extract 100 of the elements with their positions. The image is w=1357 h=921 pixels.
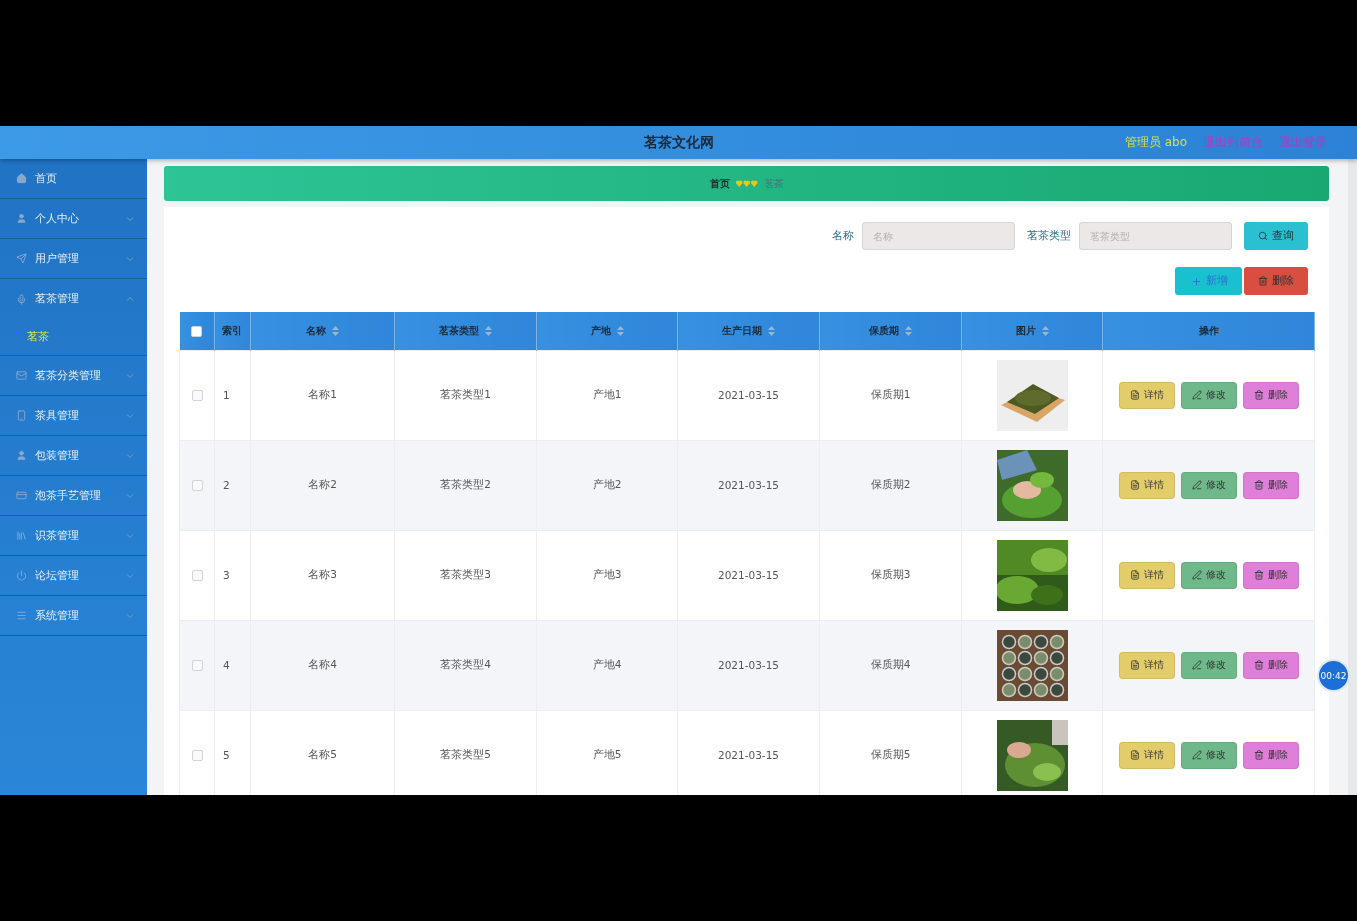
- column-header[interactable]: 名称: [306, 323, 339, 338]
- user-icon: [16, 213, 27, 224]
- sidebar-subitem[interactable]: 茗茶: [0, 319, 147, 355]
- search-button[interactable]: 查询: [1244, 222, 1308, 250]
- trash-icon: [1258, 276, 1268, 286]
- table-cell: 茗茶类型5: [440, 748, 491, 760]
- table-cell: 茗茶类型2: [440, 478, 491, 490]
- sidebar-item[interactable]: 个人中心: [0, 199, 147, 239]
- edit-button[interactable]: 修改: [1180, 651, 1237, 679]
- column-header[interactable]: 生产日期: [722, 323, 775, 338]
- table-cell: 名称5: [308, 748, 337, 760]
- field-label: 茗茶类型: [1027, 229, 1071, 243]
- table-cell: 保质期2: [870, 478, 911, 490]
- table-cell: 保质期5: [870, 748, 911, 760]
- plus-icon: [1191, 275, 1202, 287]
- hearts-icon: [735, 180, 758, 187]
- column-header: 索引: [222, 323, 242, 338]
- sidebar-item[interactable]: 用户管理: [0, 239, 147, 279]
- table-cell: 4: [223, 659, 230, 671]
- table-cell: 2021-03-15: [718, 749, 779, 761]
- sidebar-item[interactable]: 首页: [0, 159, 147, 199]
- trash-icon: [1253, 390, 1264, 400]
- home-icon: [16, 173, 27, 184]
- table-cell: 茗茶类型3: [440, 568, 491, 580]
- table-cell: 名称3: [308, 568, 337, 580]
- sidebar-item[interactable]: 泡茶手艺管理: [0, 476, 147, 516]
- sidebar-item[interactable]: 包装管理: [0, 436, 147, 476]
- column-header[interactable]: 保质期: [869, 323, 912, 338]
- sidebar-item[interactable]: 茗茶管理: [0, 279, 147, 319]
- pen-icon: [1191, 750, 1202, 760]
- sort-icon[interactable]: [332, 325, 339, 336]
- sort-icon[interactable]: [905, 325, 912, 336]
- pen-icon: [1191, 390, 1202, 400]
- sidebar-item[interactable]: 茗茶分类管理: [0, 356, 147, 396]
- table-cell: 保质期1: [870, 388, 911, 400]
- row-checkbox[interactable]: [191, 660, 203, 672]
- sort-icon[interactable]: [616, 325, 624, 336]
- delete-button[interactable]: 删除: [1242, 741, 1299, 769]
- detail-button[interactable]: 详情: [1118, 741, 1175, 769]
- sort-icon[interactable]: [485, 325, 492, 336]
- row-checkbox[interactable]: [191, 390, 203, 402]
- delete-button[interactable]: 删除: [1242, 471, 1299, 499]
- trash-icon: [1253, 480, 1264, 490]
- sidebar-item[interactable]: 论坛管理: [0, 556, 147, 596]
- detail-button[interactable]: 详情: [1118, 381, 1175, 409]
- menu-icon: [16, 610, 27, 621]
- sidebar-item[interactable]: 识茶管理: [0, 516, 147, 556]
- document-icon: [1129, 390, 1140, 400]
- pen-icon: [1191, 570, 1202, 580]
- table-cell: 1: [223, 389, 230, 401]
- column-header[interactable]: 图片: [1015, 323, 1049, 338]
- column-header[interactable]: 产地: [590, 323, 624, 338]
- row-checkbox[interactable]: [191, 570, 203, 582]
- table-cell: 保质期3: [870, 568, 911, 580]
- pen-icon: [1191, 480, 1202, 490]
- document-icon: [1129, 480, 1140, 490]
- table-cell: 2021-03-15: [718, 479, 779, 491]
- row-checkbox[interactable]: [191, 480, 203, 492]
- table-cell: 2021-03-15: [718, 659, 779, 671]
- column-header: 操作: [1198, 323, 1219, 338]
- edit-button[interactable]: 修改: [1180, 471, 1237, 499]
- table-cell: 名称1: [308, 388, 337, 400]
- table-cell: 产地3: [592, 568, 622, 580]
- admin-name: 管理员 abo: [1124, 134, 1187, 151]
- sidebar-item[interactable]: 茶具管理: [0, 396, 147, 436]
- trash-icon: [1253, 570, 1264, 580]
- delete-button[interactable]: 删除: [1242, 651, 1299, 679]
- row-checkbox[interactable]: [191, 750, 203, 762]
- column-header[interactable]: 茗茶类型: [439, 323, 492, 338]
- search-icon: [1258, 231, 1268, 241]
- sidebar-item[interactable]: 系统管理: [0, 596, 147, 636]
- delete-button[interactable]: 删除: [1242, 381, 1299, 409]
- table-cell: 产地4: [592, 658, 622, 670]
- sort-icon[interactable]: [1041, 325, 1049, 336]
- user-icon: [16, 450, 27, 461]
- detail-button[interactable]: 详情: [1118, 651, 1175, 679]
- breadcrumb-link[interactable]: 首页: [709, 176, 730, 191]
- site-title: 茗茶文化网: [643, 133, 714, 152]
- document-icon: [1129, 570, 1140, 580]
- table-cell: 产地2: [592, 478, 622, 490]
- edit-button[interactable]: 修改: [1180, 561, 1237, 589]
- table-cell: 2021-03-15: [718, 389, 779, 401]
- table-cell: 名称2: [308, 478, 337, 490]
- power-icon: [16, 570, 27, 581]
- delete-button[interactable]: 删除: [1242, 561, 1299, 589]
- pen-icon: [1191, 660, 1202, 670]
- add-button[interactable]: 新增: [1175, 267, 1242, 295]
- sort-icon[interactable]: [768, 325, 775, 336]
- delete-button[interactable]: 删除: [1244, 267, 1308, 295]
- table-cell: 2021-03-15: [718, 569, 779, 581]
- table-cell: 名称4: [308, 658, 337, 670]
- mail-icon: [16, 370, 27, 381]
- edit-button[interactable]: 修改: [1180, 381, 1237, 409]
- detail-button[interactable]: 详情: [1118, 561, 1175, 589]
- select-all-checkbox[interactable]: [191, 325, 203, 337]
- table-cell: 茗茶类型1: [440, 388, 491, 400]
- document-icon: [1129, 660, 1140, 670]
- edit-button[interactable]: 修改: [1180, 741, 1237, 769]
- detail-button[interactable]: 详情: [1118, 471, 1175, 499]
- table-cell: 保质期4: [870, 658, 911, 670]
